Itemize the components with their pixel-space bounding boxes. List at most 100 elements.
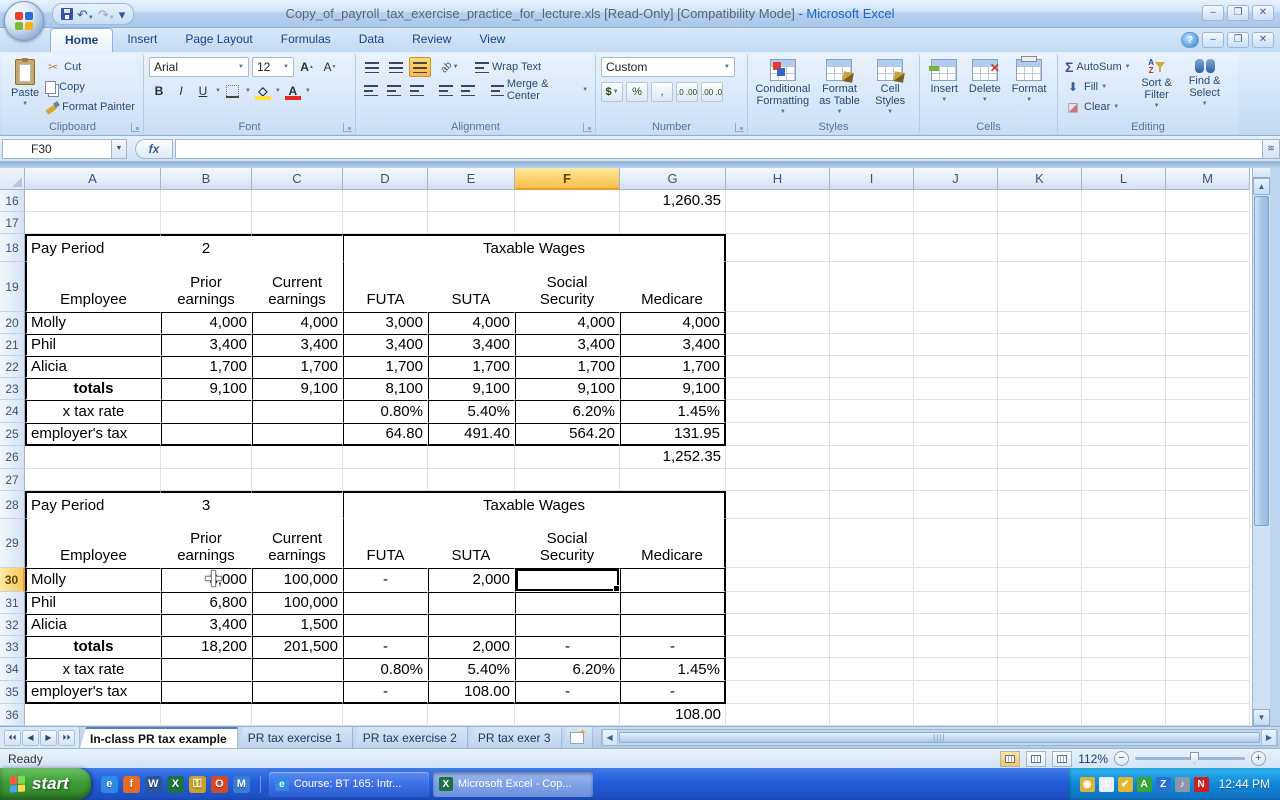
- cell-D18[interactable]: Taxable Wages: [343, 234, 726, 262]
- column-header-B[interactable]: B: [161, 168, 252, 190]
- cell-K28[interactable]: [998, 491, 1082, 519]
- outlook-icon[interactable]: O: [211, 776, 228, 793]
- cell-B34[interactable]: [161, 658, 252, 681]
- shrink-font-button[interactable]: A▼: [320, 57, 340, 77]
- cell-I29[interactable]: [830, 519, 914, 568]
- ribbon-tab-page-layout[interactable]: Page Layout: [171, 28, 266, 52]
- sheet-tab-pr-tax-exercise-1[interactable]: PR tax exercise 1: [238, 727, 353, 748]
- cell-D25[interactable]: 64.80: [343, 423, 428, 446]
- cell-M25[interactable]: [1166, 423, 1250, 446]
- ie-icon[interactable]: e: [101, 776, 118, 793]
- cell-M31[interactable]: [1166, 592, 1250, 614]
- insert-cells-button[interactable]: Insert▼: [926, 57, 962, 105]
- column-header-A[interactable]: A: [25, 168, 161, 190]
- find-select-button[interactable]: Find & Select▼: [1181, 57, 1229, 117]
- cell-L34[interactable]: [1082, 658, 1166, 681]
- cell-L31[interactable]: [1082, 592, 1166, 614]
- cell-L16[interactable]: [1082, 190, 1166, 212]
- cell-F30[interactable]: [515, 568, 620, 592]
- fill-button[interactable]: ⬇Fill▼: [1063, 77, 1133, 97]
- copy-button[interactable]: Copy: [43, 77, 137, 97]
- cell-G25[interactable]: 131.95: [620, 423, 726, 446]
- cell-E23[interactable]: 9,100: [428, 378, 515, 400]
- column-header-D[interactable]: D: [343, 168, 428, 190]
- column-header-J[interactable]: J: [914, 168, 998, 190]
- name-box[interactable]: F30: [2, 139, 112, 159]
- row-header-34[interactable]: 34: [0, 658, 25, 681]
- cell-K29[interactable]: [998, 519, 1082, 568]
- cell-B22[interactable]: 1,700: [161, 356, 252, 378]
- cut-button[interactable]: ✂Cut: [43, 57, 137, 77]
- cell-I25[interactable]: [830, 423, 914, 446]
- cell-H31[interactable]: [726, 592, 830, 614]
- cell-L24[interactable]: [1082, 400, 1166, 423]
- cell-B35[interactable]: [161, 681, 252, 704]
- first-sheet-button[interactable]: ⏴⏴: [4, 730, 21, 746]
- clipboard-dialog-launcher[interactable]: [131, 123, 140, 132]
- cell-B28[interactable]: 3: [161, 491, 252, 519]
- ribbon-tab-formulas[interactable]: Formulas: [267, 28, 345, 52]
- cell-L27[interactable]: [1082, 469, 1166, 491]
- cell-I32[interactable]: [830, 614, 914, 636]
- cell-H18[interactable]: [726, 234, 830, 262]
- close-button[interactable]: ✕: [1252, 5, 1274, 21]
- cell-C30[interactable]: 100,000: [252, 568, 343, 592]
- cell-C21[interactable]: 3,400: [252, 334, 343, 356]
- scroll-up-button[interactable]: ▲: [1253, 178, 1270, 195]
- shield-icon[interactable]: ✔: [1118, 777, 1133, 792]
- cell-B23[interactable]: 9,100: [161, 378, 252, 400]
- scroll-down-button[interactable]: ▼: [1253, 709, 1270, 726]
- cell-I30[interactable]: [830, 568, 914, 592]
- cell-J31[interactable]: [914, 592, 998, 614]
- cell-G19[interactable]: Medicare: [620, 262, 726, 312]
- horizontal-scrollbar[interactable]: ◀ |||| ▶: [601, 729, 1278, 746]
- cell-M17[interactable]: [1166, 212, 1250, 234]
- cell-E24[interactable]: 5.40%: [428, 400, 515, 423]
- scroll-right-button[interactable]: ▶: [1261, 730, 1277, 745]
- cell-A16[interactable]: [25, 190, 161, 212]
- row-header-26[interactable]: 26: [0, 446, 25, 469]
- cell-D20[interactable]: 3,000: [343, 312, 428, 334]
- cell-L26[interactable]: [1082, 446, 1166, 469]
- cell-I19[interactable]: [830, 262, 914, 312]
- cell-M26[interactable]: [1166, 446, 1250, 469]
- cell-E16[interactable]: [428, 190, 515, 212]
- cell-K27[interactable]: [998, 469, 1082, 491]
- cell-G36[interactable]: 108.00: [620, 704, 726, 726]
- font-color-button[interactable]: A: [283, 81, 303, 101]
- cell-C34[interactable]: [252, 658, 343, 681]
- cell-L32[interactable]: [1082, 614, 1166, 636]
- column-header-M[interactable]: M: [1166, 168, 1250, 190]
- cell-I20[interactable]: [830, 312, 914, 334]
- cell-C18[interactable]: [252, 234, 343, 262]
- cell-A26[interactable]: [25, 446, 161, 469]
- cell-B25[interactable]: [161, 423, 252, 446]
- cell-H26[interactable]: [726, 446, 830, 469]
- word-icon[interactable]: W: [145, 776, 162, 793]
- row-header-29[interactable]: 29: [0, 519, 25, 568]
- insert-worksheet-tab[interactable]: [562, 727, 593, 748]
- cell-G34[interactable]: 1.45%: [620, 658, 726, 681]
- cell-F31[interactable]: [515, 592, 620, 614]
- cell-J36[interactable]: [914, 704, 998, 726]
- vertical-scroll-thumb[interactable]: [1254, 196, 1269, 526]
- zoom-out-button[interactable]: −: [1114, 751, 1129, 766]
- format-as-table-button[interactable]: Format as Table▼: [813, 57, 865, 117]
- bottom-align-button[interactable]: [409, 57, 431, 77]
- cell-I16[interactable]: [830, 190, 914, 212]
- cell-J25[interactable]: [914, 423, 998, 446]
- cell-B31[interactable]: 6,800: [161, 592, 252, 614]
- cell-F24[interactable]: 6.20%: [515, 400, 620, 423]
- orientation-button[interactable]: ab▼: [439, 57, 461, 77]
- cell-I22[interactable]: [830, 356, 914, 378]
- delete-cells-button[interactable]: Delete▼: [965, 57, 1005, 105]
- page-layout-view-button[interactable]: [1026, 751, 1046, 767]
- cell-E17[interactable]: [428, 212, 515, 234]
- cell-B20[interactable]: 4,000: [161, 312, 252, 334]
- font-dialog-launcher[interactable]: [343, 123, 352, 132]
- cell-I33[interactable]: [830, 636, 914, 658]
- cell-D33[interactable]: -: [343, 636, 428, 658]
- cell-F20[interactable]: 4,000: [515, 312, 620, 334]
- row-header-36[interactable]: 36: [0, 704, 25, 726]
- cell-J35[interactable]: [914, 681, 998, 704]
